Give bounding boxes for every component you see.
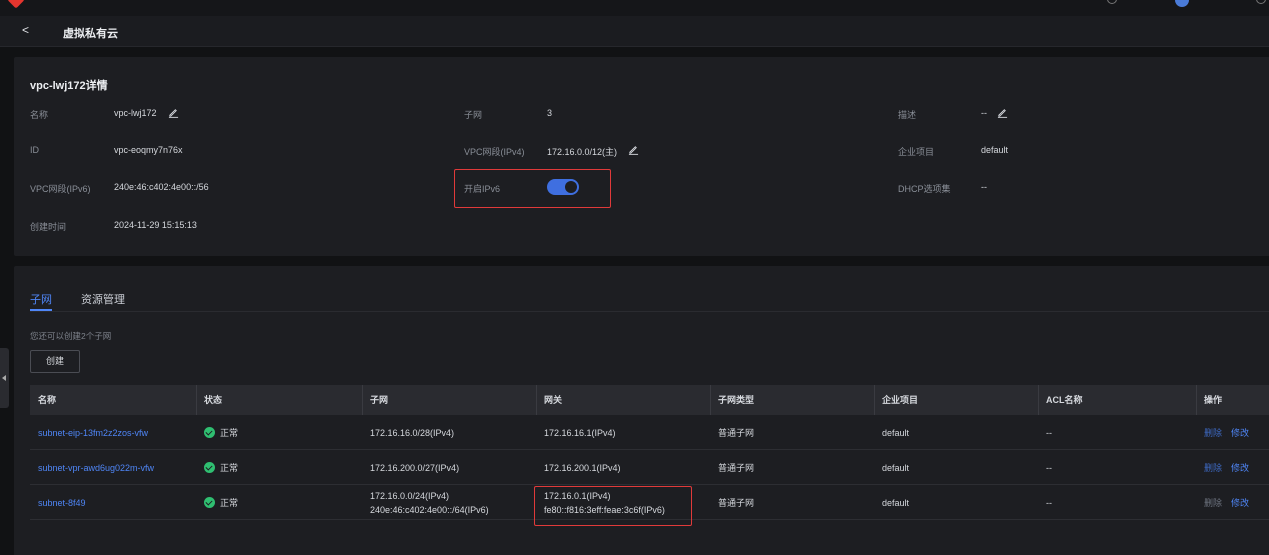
delete-link[interactable]: 删除 xyxy=(1204,496,1222,510)
edit-ipv4-icon[interactable] xyxy=(628,144,639,155)
col-gateway: 网关 xyxy=(544,395,563,405)
subnet-quota-text: 您还可以创建2个子网 xyxy=(30,331,112,341)
gateway-value: 172.16.200.1(IPv4) xyxy=(544,462,621,473)
name-value: vpc-lwj172 xyxy=(114,108,157,118)
avatar[interactable] xyxy=(1175,0,1189,7)
enterprise-project[interactable]: default xyxy=(882,461,1038,475)
edit-link[interactable]: 修改 xyxy=(1231,461,1249,475)
status-text: 正常 xyxy=(220,497,239,508)
vpc-detail-card: vpc-lwj172详情 名称 vpc-lwj172 子网 3 描述 -- ID… xyxy=(14,57,1269,256)
table-row: subnet-eip-13fm2z2zos-vfw 正常 172.16.16.0… xyxy=(30,415,1269,450)
id-value: vpc-eoqmy7n76x xyxy=(114,145,183,155)
tab-resource-management[interactable]: 资源管理 xyxy=(81,291,125,307)
subnet-cidr-ipv4: 172.16.0.0/24(IPv4) xyxy=(370,490,450,501)
description-label: 描述 xyxy=(898,110,917,120)
enterprise-project[interactable]: default xyxy=(882,426,1038,440)
subnet-cidr: 172.16.16.0/28(IPv4) xyxy=(370,427,455,438)
edit-link[interactable]: 修改 xyxy=(1231,426,1249,440)
create-subnet-button[interactable]: 创建 xyxy=(30,350,80,373)
brand-logo[interactable] xyxy=(7,0,25,9)
id-label: ID xyxy=(30,145,39,155)
enterprise-project[interactable]: default xyxy=(882,496,1038,510)
check-circle-icon xyxy=(204,462,215,473)
enable-ipv6-label: 开启IPv6 xyxy=(464,184,501,194)
help-icon[interactable] xyxy=(1107,0,1117,4)
back-arrow-icon[interactable]: < xyxy=(22,23,29,37)
dhcp-options-label: DHCP选项集 xyxy=(898,184,951,194)
check-circle-icon xyxy=(204,497,215,508)
sidebar-collapse-handle[interactable] xyxy=(0,348,9,408)
subnet-type: 普通子网 xyxy=(718,497,755,508)
settings-icon[interactable] xyxy=(1256,0,1266,4)
ipv4-cidr-value: 172.16.0.0/12(主) xyxy=(547,147,618,157)
name-label: 名称 xyxy=(30,110,49,120)
ipv4-cidr-label: VPC网段(IPv4) xyxy=(464,147,525,157)
subnet-name-link[interactable]: subnet-eip-13fm2z2zos-vfw xyxy=(38,426,196,440)
delete-link[interactable]: 删除 xyxy=(1204,426,1222,440)
subnet-count-value[interactable]: 3 xyxy=(547,108,552,118)
col-operations: 操作 xyxy=(1204,395,1223,405)
ipv6-cidr-label: VPC网段(IPv6) xyxy=(30,184,91,194)
created-time-value: 2024-11-29 15:15:13 xyxy=(114,220,197,230)
enable-ipv6-toggle[interactable] xyxy=(547,179,579,195)
col-status: 状态 xyxy=(204,395,223,405)
created-time-label: 创建时间 xyxy=(30,222,67,232)
col-name: 名称 xyxy=(38,395,57,405)
enterprise-project-label: 企业项目 xyxy=(898,147,935,157)
edit-name-icon[interactable] xyxy=(168,107,179,118)
col-enterprise-project: 企业项目 xyxy=(882,395,919,405)
status-text: 正常 xyxy=(220,462,239,473)
dhcp-options-value: -- xyxy=(981,182,987,192)
tab-divider xyxy=(30,311,1269,312)
page-header: < 虚拟私有云 xyxy=(0,16,1269,47)
gateway-highlight-box xyxy=(534,486,692,526)
status-text: 正常 xyxy=(220,427,239,438)
edit-link[interactable]: 修改 xyxy=(1231,496,1249,510)
toggle-knob xyxy=(565,181,577,193)
acl-name: -- xyxy=(1046,497,1052,508)
enterprise-project-value[interactable]: default xyxy=(981,145,1008,155)
check-circle-icon xyxy=(204,427,215,438)
table-header: 名称 状态 子网 网关 子网类型 企业项目 ACL名称 操作 xyxy=(30,385,1269,415)
col-subnet: 子网 xyxy=(370,395,389,405)
subnet-type: 普通子网 xyxy=(718,462,755,473)
subnet-type: 普通子网 xyxy=(718,427,755,438)
ipv6-cidr-value: 240e:46:c402:4e00::/56 xyxy=(114,182,209,192)
subnet-cidr-ipv6: 240e:46:c402:4e00::/64(IPv6) xyxy=(370,504,489,515)
table-row: subnet-vpr-awd6ug022m-vfw 正常 172.16.200.… xyxy=(30,450,1269,485)
description-value: -- xyxy=(981,108,987,118)
delete-link[interactable]: 删除 xyxy=(1204,461,1222,475)
col-subnet-type: 子网类型 xyxy=(718,395,755,405)
active-tab-indicator xyxy=(30,309,52,311)
subnet-count-label: 子网 xyxy=(464,110,483,120)
subnet-name-link[interactable]: subnet-8f49 xyxy=(38,496,196,510)
subnet-name-link[interactable]: subnet-vpr-awd6ug022m-vfw xyxy=(38,461,196,475)
acl-name: -- xyxy=(1046,427,1052,438)
gateway-value: 172.16.16.1(IPv4) xyxy=(544,427,616,438)
edit-description-icon[interactable] xyxy=(997,107,1008,118)
detail-title: vpc-lwj172详情 xyxy=(30,80,108,92)
page-title: 虚拟私有云 xyxy=(63,28,118,40)
subnet-cidr: 172.16.200.0/27(IPv4) xyxy=(370,462,460,473)
col-acl-name: ACL名称 xyxy=(1046,395,1083,405)
tab-subnet[interactable]: 子网 xyxy=(30,291,52,307)
top-navbar xyxy=(0,0,1269,16)
acl-name: -- xyxy=(1046,462,1052,473)
